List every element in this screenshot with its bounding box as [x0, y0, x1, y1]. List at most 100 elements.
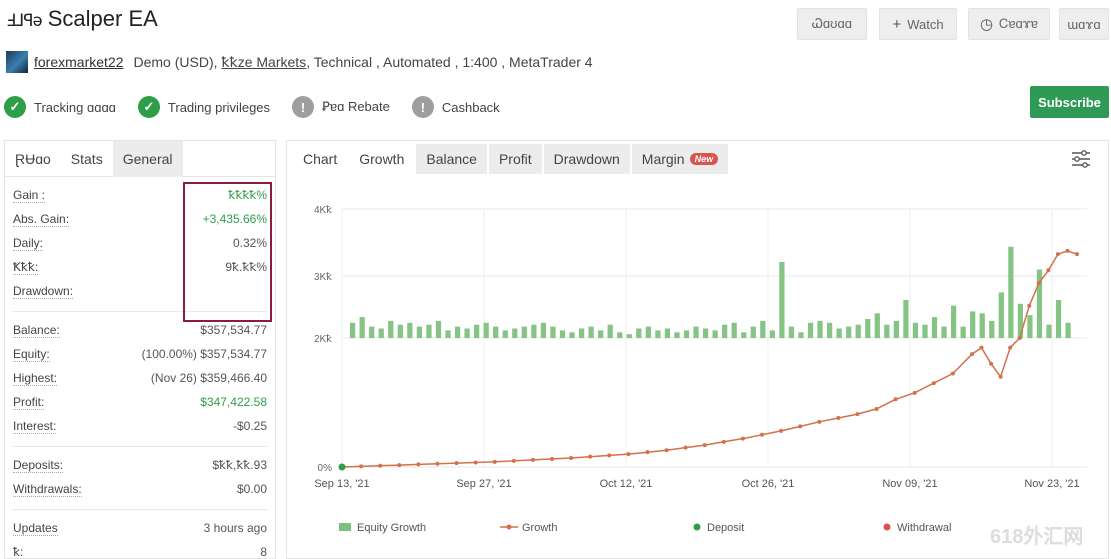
stat-label: Withdrawals: [13, 481, 82, 497]
equity-bar [1017, 303, 1024, 338]
equity-bar [941, 326, 947, 338]
equity-bar [578, 328, 585, 338]
legend-swatch [339, 523, 351, 531]
stat-value: -$0.25 [232, 419, 267, 433]
subscribe-button[interactable]: Subscribe [1030, 86, 1109, 118]
growth-point [989, 361, 994, 366]
growth-point [1017, 336, 1022, 340]
stat-label: Highest: [13, 370, 58, 386]
growth-point [378, 463, 383, 468]
equity-bar [731, 322, 737, 338]
growth-point [1008, 345, 1013, 350]
copy-button[interactable]: ◷ Ꮯɐɑɤɐ [968, 8, 1050, 40]
stat-value: $357,534.77 [200, 323, 267, 337]
legend-label[interactable]: Withdrawal [897, 522, 951, 534]
equity-bar [1027, 315, 1033, 338]
stats-panel: ⱤɄɑo Stats General Gain : ꝁꝁꝁꝁ% Abs. Gain:… [4, 140, 276, 559]
new-badge: New [689, 153, 719, 165]
equity-bar [922, 324, 928, 338]
check-icon: ✓ [137, 96, 160, 118]
tab-growth[interactable]: Growth [349, 144, 414, 174]
equity-bar [636, 328, 642, 338]
equity-bar [1046, 324, 1052, 338]
equity-bar [1055, 300, 1062, 338]
equity-bar [950, 305, 957, 338]
growth-point [998, 374, 1003, 379]
equity-bar [931, 317, 938, 338]
equity-bar [741, 332, 747, 338]
legend-label[interactable]: Growth [522, 522, 557, 534]
growth-point [740, 436, 745, 441]
equity-bar [750, 326, 756, 338]
avatar [6, 51, 28, 73]
growth-point [817, 419, 822, 424]
check-icon: ✓ [4, 96, 26, 118]
growth-point [473, 460, 478, 465]
growth-point [893, 397, 898, 402]
equity-bar [960, 326, 966, 338]
tab-chart[interactable]: Chart [293, 144, 347, 174]
equity-bar [664, 328, 671, 338]
tab-stats[interactable]: Stats [61, 141, 113, 177]
growth-point [683, 445, 688, 450]
tab-balance[interactable]: Balance [416, 144, 487, 174]
growth-point [530, 457, 535, 462]
broker-link[interactable]: ꝁꝁze Markets [221, 54, 306, 71]
divider [13, 446, 267, 447]
tab-info[interactable]: ⱤɄɑo [5, 141, 61, 177]
equity-bar [588, 326, 594, 338]
stat-label: Ꝁꝁꝁ: [13, 259, 39, 275]
stats-tabs: ⱤɄɑo Stats General [5, 141, 275, 177]
equity-bar [397, 324, 403, 338]
stat-row: Equity: (100.00%) $357,534.77 [13, 342, 267, 366]
tab-profit[interactable]: Profit [488, 144, 542, 174]
growth-point [588, 454, 593, 459]
tab-general[interactable]: General [112, 141, 183, 177]
legend-label[interactable]: Equity Growth [357, 522, 426, 534]
tab-drawdown[interactable]: Drawdown [543, 144, 630, 174]
equity-bar [607, 324, 613, 338]
growth-point [979, 345, 984, 350]
badge-rebate[interactable]: ! Ꝑɐɑ Rebate [292, 96, 390, 118]
alert-icon: ! [292, 96, 315, 118]
watch-button[interactable]: + Watch [879, 8, 957, 40]
growth-point [626, 452, 631, 457]
equity-bar [493, 326, 499, 338]
y-tick-label: 4Kꝁ [314, 205, 332, 216]
equity-bar [598, 330, 604, 338]
legend-label[interactable]: Deposit [707, 522, 744, 534]
legend-swatch [883, 523, 891, 531]
equity-bar [884, 324, 890, 338]
stat-label: Equity: [13, 346, 50, 362]
growth-point [931, 381, 936, 386]
legend-swatch [506, 524, 512, 530]
stat-label: Updates [13, 520, 58, 536]
badge-cashback[interactable]: ! Cashback [411, 96, 500, 118]
equity-bar [702, 328, 709, 338]
growth-point [454, 461, 459, 466]
x-tick-label: Sep 13, '21 [314, 478, 369, 490]
equity-bar [683, 330, 690, 338]
equity-bar [435, 320, 442, 338]
more-label: ɯɑɤɑ [1067, 16, 1101, 32]
chart-tabs: Chart Growth Balance Profit Drawdown Mar… [287, 141, 1108, 177]
growth-point [607, 453, 612, 458]
badge-label: Cashback [441, 99, 500, 115]
growth-point [798, 424, 803, 429]
more-button[interactable]: ɯɑɤɑ [1059, 8, 1109, 40]
growth-point [1055, 252, 1060, 257]
tab-margin[interactable]: Margin New [631, 144, 729, 174]
equity-bar [569, 332, 575, 338]
badge-label: Tracking ɑɑɑɑ [34, 99, 116, 115]
equity-bar [979, 313, 985, 338]
growth-chart[interactable]: 4Kꝁ 3Kꝁ 2Kꝁ 0% Sep 13, '21 Sep 27, '21 Oct 12,… [287, 177, 1108, 558]
equity-bar [502, 330, 508, 338]
equity-bar [559, 330, 566, 338]
views-button[interactable]: Ꮗɑʊɑɑ [797, 8, 867, 40]
growth-point [1046, 268, 1051, 273]
stat-label: Profit: [13, 394, 45, 410]
equity-bar [712, 330, 718, 338]
settings-icon[interactable] [1070, 149, 1092, 169]
username-link[interactable]: forexmarket22 [34, 54, 123, 70]
stat-row: ꝁ: 8 [13, 540, 267, 559]
